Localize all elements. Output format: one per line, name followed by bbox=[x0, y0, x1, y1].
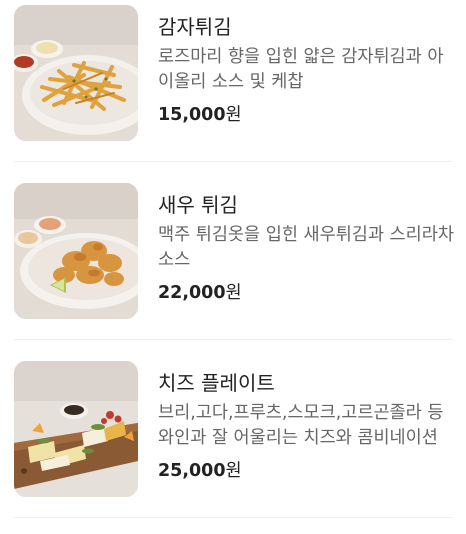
item-description: 브리,고다,프루츠,스모크,고르곤졸라 등 와인과 잘 어울리는 치즈와 콤비네… bbox=[158, 403, 444, 448]
item-price-value: 15,000 bbox=[158, 105, 226, 125]
item-price-currency: 원 bbox=[225, 283, 242, 303]
item-price: 15,000원 bbox=[158, 103, 242, 127]
item-name: 치즈 플레이트 bbox=[158, 371, 275, 395]
item-price-currency: 원 bbox=[225, 105, 242, 125]
menu-item-cheese-plate[interactable]: 치즈 플레이트 브리,고다,프루츠,스모크,고르곤졸라 등 와인과 잘 어울리는… bbox=[0, 356, 466, 534]
item-description: 맥주 튀김옷을 입힌 새우튀김과 스리라차 소스 bbox=[158, 225, 454, 270]
item-name: 새우 튀김 bbox=[158, 193, 238, 217]
divider bbox=[14, 517, 452, 518]
divider bbox=[14, 339, 452, 340]
item-price-value: 22,000 bbox=[158, 283, 226, 303]
menu-item-french-fries[interactable]: 감자튀김 로즈마리 향을 입힌 얇은 감자튀김과 아이올리 소스 및 케찹 15… bbox=[0, 0, 466, 178]
divider bbox=[14, 161, 452, 162]
menu-item-fried-shrimp[interactable]: 새우 튀김 맥주 튀김옷을 입힌 새우튀김과 스리라차 소스 22,000원 bbox=[0, 178, 466, 356]
item-name: 감자튀김 bbox=[158, 15, 232, 39]
cheese-plate-image bbox=[14, 361, 138, 497]
item-price: 25,000원 bbox=[158, 459, 242, 483]
item-description: 로즈마리 향을 입힌 얇은 감자튀김과 아이올리 소스 및 케찹 bbox=[158, 47, 444, 92]
item-price-value: 25,000 bbox=[158, 461, 226, 481]
cheese-plate-photo[interactable] bbox=[14, 361, 138, 497]
item-price-currency: 원 bbox=[225, 461, 242, 481]
french-fries-image bbox=[14, 5, 138, 141]
fried-shrimp-photo[interactable] bbox=[14, 183, 138, 319]
item-price: 22,000원 bbox=[158, 281, 242, 305]
fried-shrimp-image bbox=[14, 183, 138, 319]
menu-list: 감자튀김 로즈마리 향을 입힌 얇은 감자튀김과 아이올리 소스 및 케찹 15… bbox=[0, 0, 466, 521]
french-fries-photo[interactable] bbox=[14, 5, 138, 141]
